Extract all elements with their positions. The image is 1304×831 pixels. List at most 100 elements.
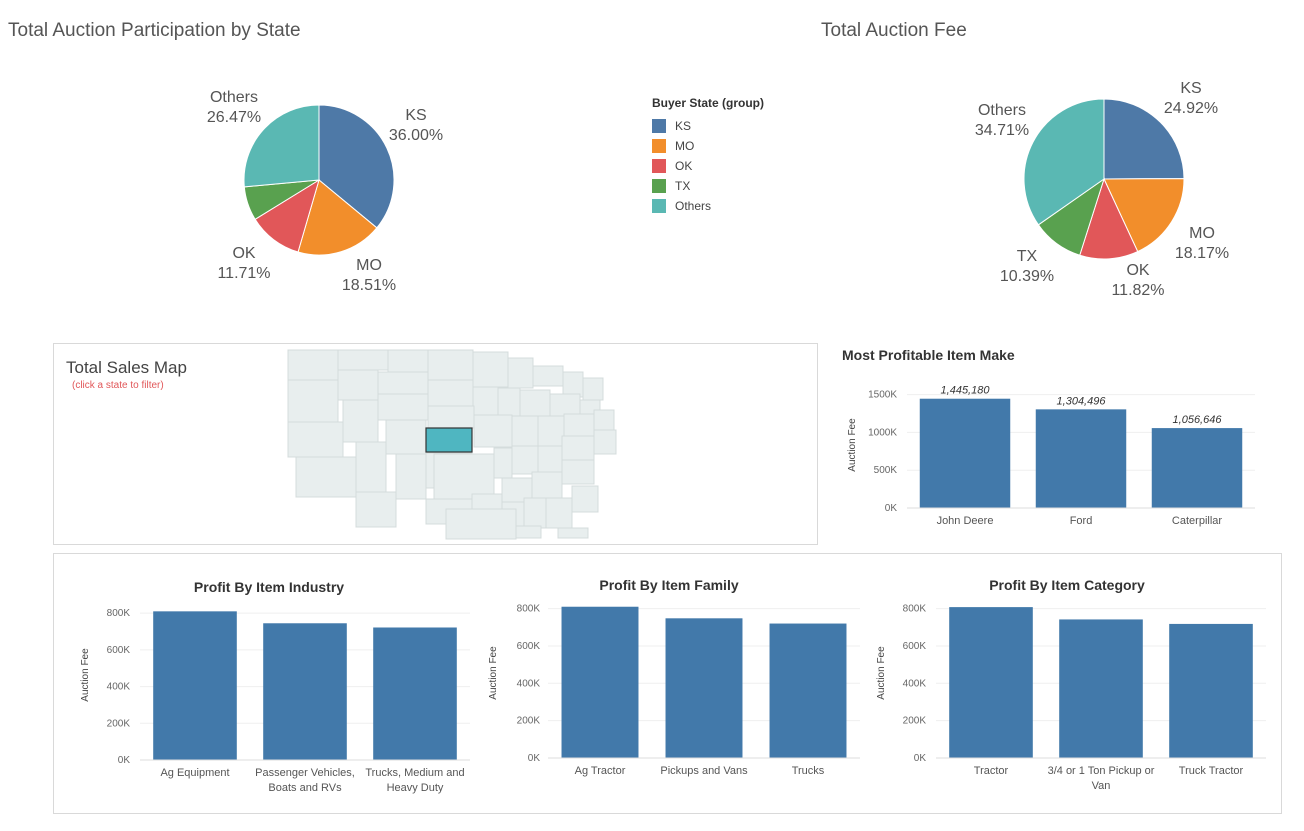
map-state[interactable] — [472, 351, 509, 388]
buyer-state-legend: Buyer State (group) KS MO OK TX Others — [652, 96, 764, 216]
map-state[interactable] — [395, 453, 427, 500]
map-state[interactable] — [523, 497, 547, 529]
bar-data-label: 1,304,496 — [1057, 395, 1107, 407]
map-state[interactable] — [532, 365, 564, 387]
map-state[interactable] — [537, 445, 563, 473]
map-state[interactable] — [337, 349, 389, 371]
bar[interactable] — [1035, 409, 1127, 508]
y-tick-label: 500K — [874, 465, 898, 476]
bar[interactable] — [665, 618, 743, 758]
map-state[interactable] — [549, 393, 581, 417]
bar[interactable] — [949, 607, 1033, 758]
map-state[interactable] — [515, 525, 542, 539]
map-state[interactable] — [537, 415, 565, 447]
map-state[interactable] — [385, 419, 427, 455]
industry-bar-chart: Profit By Item Industry Auction Fee 0K 200K… — [80, 579, 470, 794]
bar[interactable] — [561, 606, 639, 758]
bar[interactable] — [263, 623, 347, 760]
legend-label: Others — [675, 199, 712, 213]
map-state[interactable] — [519, 389, 551, 417]
y-tick-label: 800K — [903, 604, 927, 615]
map-state[interactable] — [561, 435, 595, 461]
map-state[interactable] — [287, 379, 339, 423]
pie-category-label: OK — [1126, 262, 1149, 279]
y-tick-label: 800K — [517, 604, 541, 615]
x-category-label: Trucks, Medium and — [365, 767, 464, 779]
pie-percent-label: 34.71% — [975, 122, 1029, 139]
map-state[interactable] — [557, 527, 589, 539]
map-state[interactable] — [387, 349, 429, 373]
map-state[interactable] — [562, 371, 584, 398]
map-state[interactable] — [511, 445, 539, 475]
map-state-ks[interactable] — [425, 427, 473, 453]
map-state[interactable] — [473, 414, 513, 448]
legend-label: TX — [675, 179, 691, 193]
legend-item-others[interactable]: Others — [652, 196, 764, 216]
pie-category-label: Others — [978, 102, 1026, 119]
legend-label: KS — [675, 119, 692, 133]
legend-item-ok[interactable]: OK — [652, 156, 764, 176]
map-state[interactable] — [507, 357, 534, 389]
x-category-label: Ag Equipment — [160, 767, 229, 779]
map-state[interactable] — [593, 409, 615, 431]
make-bar-chart: Most Profitable Item Make Auction Fee 0K 50… — [842, 347, 1255, 527]
map-state[interactable] — [561, 459, 595, 485]
pie-percent-label: 11.71% — [217, 265, 270, 282]
pie-category-label: MO — [1189, 225, 1215, 242]
x-category-label: 3/4 or 1 Ton Pickup or — [1048, 765, 1155, 777]
map-state[interactable] — [337, 369, 379, 401]
pie-category-label: OK — [232, 245, 255, 262]
bar[interactable] — [1169, 623, 1253, 758]
legend-swatch — [652, 159, 666, 173]
map-state[interactable] — [563, 413, 595, 437]
y-tick-label: 200K — [903, 716, 927, 727]
pie-percent-label: 26.47% — [207, 109, 261, 126]
map-state[interactable] — [287, 421, 344, 458]
map-state[interactable] — [433, 453, 495, 500]
map-state[interactable] — [493, 447, 513, 479]
fee-pie-chart[interactable]: KS 24.92% MO 18.17% OK 11.82% TX 10.39% Others 34… — [960, 75, 1290, 315]
bar[interactable] — [1151, 428, 1243, 508]
pie-percent-label: 18.17% — [1175, 245, 1229, 262]
bar[interactable] — [1059, 619, 1143, 758]
x-category-label: John Deere — [937, 515, 994, 527]
bar[interactable] — [153, 611, 237, 760]
legend-swatch — [652, 139, 666, 153]
map-state[interactable] — [497, 387, 521, 419]
map-state[interactable] — [427, 405, 475, 429]
map-state[interactable] — [427, 349, 474, 381]
map-state[interactable] — [472, 386, 499, 416]
legend-label: MO — [675, 139, 695, 153]
x-category-label: Trucks — [792, 765, 825, 777]
sales-map-panel: Total Sales Map (click a state to filter… — [53, 343, 818, 545]
legend-item-mo[interactable]: MO — [652, 136, 764, 156]
y-tick-label: 800K — [107, 608, 131, 619]
map-state[interactable] — [355, 491, 397, 528]
map-state[interactable] — [295, 456, 357, 498]
map-state[interactable] — [582, 377, 604, 401]
map-state[interactable] — [425, 452, 435, 489]
map-state[interactable] — [355, 441, 387, 493]
pie-category-label: KS — [405, 107, 426, 124]
y-axis-label: Auction Fee — [876, 646, 887, 700]
legend-item-ks[interactable]: KS — [652, 116, 764, 136]
bar[interactable] — [769, 623, 847, 758]
legend-swatch — [652, 199, 666, 213]
map-state[interactable] — [511, 415, 539, 447]
map-state[interactable] — [342, 399, 379, 443]
y-tick-label: 200K — [517, 716, 541, 727]
map-state[interactable] — [287, 349, 339, 381]
map-state[interactable] — [377, 393, 429, 421]
x-category-label: Heavy Duty — [387, 782, 444, 794]
map-state[interactable] — [571, 485, 599, 513]
map-state[interactable] — [545, 497, 573, 529]
map-state[interactable] — [531, 471, 563, 499]
map-state[interactable] — [593, 429, 617, 455]
bar[interactable] — [373, 627, 457, 760]
participation-pie-chart[interactable]: KS 36.00% MO 18.51% OK 11.71% Others 26.47% — [150, 75, 490, 310]
map-state[interactable] — [377, 371, 429, 395]
map-state[interactable] — [427, 379, 474, 407]
legend-item-tx[interactable]: TX — [652, 176, 764, 196]
bar[interactable] — [919, 398, 1011, 508]
map-state[interactable] — [445, 508, 517, 540]
